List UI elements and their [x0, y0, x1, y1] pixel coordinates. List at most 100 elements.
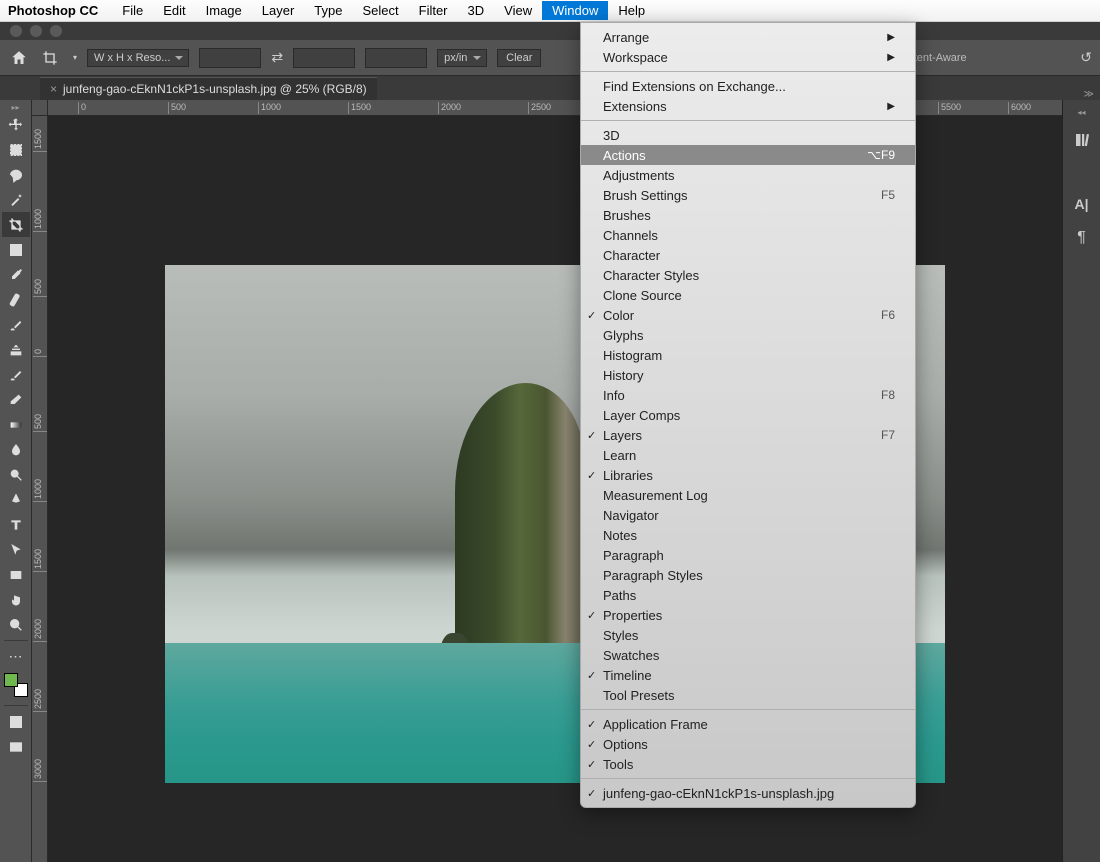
window-menu-item[interactable]: ✓junfeng-gao-cEknN1ckP1s-unsplash.jpg: [581, 783, 915, 803]
type-tool[interactable]: [2, 512, 30, 537]
close-tab-icon[interactable]: ×: [50, 82, 57, 96]
window-menu-item[interactable]: ✓Tools: [581, 754, 915, 774]
window-menu-item[interactable]: Adjustments: [581, 165, 915, 185]
libraries-panel-icon[interactable]: [1072, 130, 1092, 150]
quick-mask-icon[interactable]: [2, 709, 30, 734]
window-menu-item[interactable]: Learn: [581, 445, 915, 465]
screen-mode-icon[interactable]: [2, 734, 30, 759]
window-menu-item[interactable]: Character: [581, 245, 915, 265]
crop-tool-icon[interactable]: [40, 48, 60, 68]
menu-window[interactable]: Window: [542, 1, 608, 20]
reset-icon[interactable]: ↺: [1080, 49, 1092, 66]
window-menu-item[interactable]: History: [581, 365, 915, 385]
healing-brush-tool[interactable]: [2, 287, 30, 312]
window-menu-item[interactable]: Measurement Log: [581, 485, 915, 505]
window-menu-item[interactable]: ✓LayersF7: [581, 425, 915, 445]
tab-overflow-icon[interactable]: ≫: [1084, 89, 1094, 100]
close-window-icon[interactable]: [10, 25, 22, 37]
menu-select[interactable]: Select: [352, 1, 408, 20]
frame-tool[interactable]: [2, 237, 30, 262]
menu-type[interactable]: Type: [304, 1, 352, 20]
window-menu-item[interactable]: ✓ColorF6: [581, 305, 915, 325]
lasso-tool[interactable]: [2, 162, 30, 187]
window-menu-item[interactable]: Workspace▶: [581, 47, 915, 67]
menu-layer[interactable]: Layer: [252, 1, 305, 20]
crop-tool[interactable]: [2, 212, 30, 237]
character-panel-icon[interactable]: A|: [1072, 194, 1092, 214]
menu-image[interactable]: Image: [196, 1, 252, 20]
window-menu-item[interactable]: Paragraph: [581, 545, 915, 565]
menu-3d[interactable]: 3D: [458, 1, 495, 20]
menu-file[interactable]: File: [112, 1, 153, 20]
clone-stamp-tool[interactable]: [2, 337, 30, 362]
eraser-tool[interactable]: [2, 387, 30, 412]
window-menu-item[interactable]: ✓Timeline: [581, 665, 915, 685]
window-menu-item[interactable]: Histogram: [581, 345, 915, 365]
window-menu-item[interactable]: 3D: [581, 125, 915, 145]
window-menu-item[interactable]: Tool Presets: [581, 685, 915, 705]
tools-collapse-icon[interactable]: ▸▸: [0, 102, 31, 112]
window-menu-item[interactable]: Actions⌥F9: [581, 145, 915, 165]
home-icon[interactable]: [8, 48, 30, 68]
window-menu-item[interactable]: Notes: [581, 525, 915, 545]
path-selection-tool[interactable]: [2, 537, 30, 562]
window-menu-item[interactable]: Styles: [581, 625, 915, 645]
minimize-window-icon[interactable]: [30, 25, 42, 37]
window-menu-item[interactable]: Channels: [581, 225, 915, 245]
menu-help[interactable]: Help: [608, 1, 655, 20]
window-menu-item[interactable]: Find Extensions on Exchange...: [581, 76, 915, 96]
window-menu-item[interactable]: Layer Comps: [581, 405, 915, 425]
window-menu-item[interactable]: Swatches: [581, 645, 915, 665]
menu-view[interactable]: View: [494, 1, 542, 20]
window-menu-item[interactable]: Character Styles: [581, 265, 915, 285]
crop-preset-dropdown[interactable]: W x H x Reso...: [87, 49, 189, 67]
vertical-ruler[interactable]: 1500 1000 500 0 500 1000 1500 2000 2500 …: [32, 116, 48, 862]
window-menu-item[interactable]: InfoF8: [581, 385, 915, 405]
window-menu-item[interactable]: Clone Source: [581, 285, 915, 305]
gradient-tool[interactable]: [2, 412, 30, 437]
zoom-tool[interactable]: [2, 612, 30, 637]
ruler-origin[interactable]: [32, 100, 48, 116]
foreground-swatch[interactable]: [4, 673, 18, 687]
window-menu-item[interactable]: Paragraph Styles: [581, 565, 915, 585]
blur-tool[interactable]: [2, 437, 30, 462]
window-menu-item[interactable]: Navigator: [581, 505, 915, 525]
eyedropper-tool[interactable]: [2, 262, 30, 287]
clear-button[interactable]: Clear: [497, 49, 541, 67]
history-brush-tool[interactable]: [2, 362, 30, 387]
window-menu-item[interactable]: Brushes: [581, 205, 915, 225]
brush-tool[interactable]: [2, 312, 30, 337]
window-menu-item[interactable]: ✓Libraries: [581, 465, 915, 485]
window-menu-item[interactable]: Extensions▶: [581, 96, 915, 116]
rectangle-tool[interactable]: [2, 562, 30, 587]
window-menu-item[interactable]: ✓Options: [581, 734, 915, 754]
color-swatches[interactable]: [4, 673, 28, 697]
menu-filter[interactable]: Filter: [409, 1, 458, 20]
document-tab[interactable]: × junfeng-gao-cEknN1ckP1s-unsplash.jpg @…: [40, 77, 377, 100]
width-input[interactable]: [199, 48, 261, 68]
chevron-down-icon[interactable]: ▾: [73, 53, 77, 62]
move-tool[interactable]: [2, 112, 30, 137]
window-menu-item[interactable]: Arrange▶: [581, 27, 915, 47]
swap-icon[interactable]: ⇄: [271, 49, 283, 66]
menu-edit[interactable]: Edit: [153, 1, 195, 20]
window-menu-item[interactable]: ✓Application Frame: [581, 714, 915, 734]
dodge-tool[interactable]: [2, 462, 30, 487]
panel-expand-icon[interactable]: ◂◂: [1063, 108, 1100, 116]
unit-dropdown[interactable]: px/in: [437, 49, 487, 67]
maximize-window-icon[interactable]: [50, 25, 62, 37]
window-menu-item[interactable]: Glyphs: [581, 325, 915, 345]
marquee-tool[interactable]: [2, 137, 30, 162]
window-menu-item[interactable]: Paths: [581, 585, 915, 605]
magic-wand-tool[interactable]: [2, 187, 30, 212]
paragraph-panel-icon[interactable]: ¶: [1072, 228, 1092, 248]
window-menu-item[interactable]: ✓Properties: [581, 605, 915, 625]
height-input[interactable]: [293, 48, 355, 68]
tools-panel: ▸▸ ⋯: [0, 100, 32, 862]
hand-tool[interactable]: [2, 587, 30, 612]
window-menu-item[interactable]: Brush SettingsF5: [581, 185, 915, 205]
pen-tool[interactable]: [2, 487, 30, 512]
resolution-input[interactable]: [365, 48, 427, 68]
main-area: ▸▸ ⋯ 0 500: [0, 100, 1100, 862]
edit-toolbar-icon[interactable]: ⋯: [2, 644, 30, 669]
